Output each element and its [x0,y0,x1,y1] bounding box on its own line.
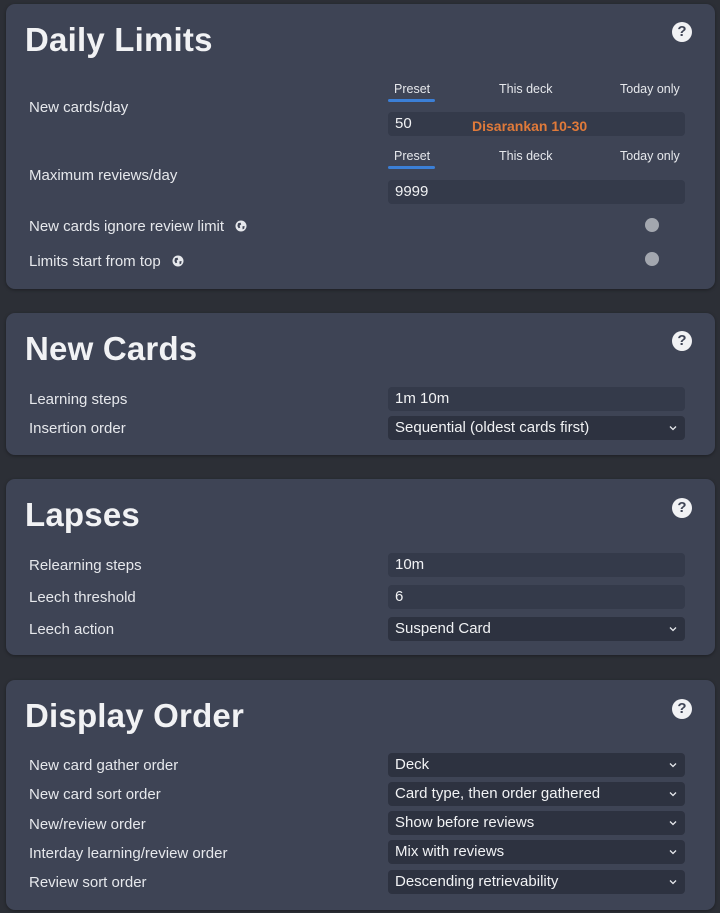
maximum-reviews-per-day-label: Maximum reviews/day [29,167,178,184]
insertion-order-value: Sequential (oldest cards first) [395,419,590,436]
new-cards-per-day-input[interactable]: 50 Disarankan 10-30 [388,112,685,136]
leech-action-value: Suspend Card [395,620,491,637]
new-cards-ignore-review-limit-label: New cards ignore review limit [29,218,247,235]
section-title: Daily Limits [25,21,213,58]
new-cards-ignore-review-limit-toggle[interactable] [645,218,659,232]
new-card-sort-order-label: New card sort order [29,786,161,803]
new-card-gather-order-select[interactable]: Deck [388,753,685,777]
tab-today-only[interactable]: Today only [620,82,680,96]
tab-active-indicator [388,166,435,169]
new-review-order-value: Show before reviews [395,814,535,831]
learning-steps-label: Learning steps [29,391,128,408]
globe-icon [172,255,184,267]
tab-this-deck[interactable]: This deck [499,82,553,96]
new-cards-per-day-label: New cards/day [29,99,129,116]
insertion-order-select[interactable]: Sequential (oldest cards first) [388,416,685,440]
relearning-steps-input[interactable]: 10m [388,553,685,577]
daily-limits-section: Daily Limits ? Preset This deck Today on… [6,4,715,289]
globe-icon [235,220,247,232]
tab-today-only[interactable]: Today only [620,149,680,163]
new-card-sort-order-select[interactable]: Card type, then order gathered [388,782,685,806]
chevron-down-icon [669,850,677,855]
chevron-down-icon [669,821,677,826]
interday-learning-review-order-value: Mix with reviews [395,843,505,860]
insertion-order-label: Insertion order [29,420,126,437]
tab-active-indicator [388,99,435,102]
section-title: Lapses [25,496,140,533]
leech-threshold-label: Leech threshold [29,589,136,606]
question-circle-icon[interactable]: ? [672,498,692,518]
new-cards-section: New Cards ? Learning steps 1m 10m Insert… [6,313,715,455]
section-title: New Cards [25,330,198,367]
review-sort-order-select[interactable]: Descending retrievability [388,870,685,894]
tab-this-deck[interactable]: This deck [499,149,553,163]
interday-learning-review-order-label: Interday learning/review order [29,845,228,862]
chevron-down-icon [669,792,677,797]
maximum-reviews-per-day-input[interactable]: 9999 [388,180,685,204]
new-card-sort-order-value: Card type, then order gathered [395,785,601,802]
new-card-gather-order-label: New card gather order [29,757,179,774]
review-sort-order-value: Descending retrievability [395,873,559,890]
recommendation-hint: Disarankan 10-30 [472,118,588,134]
new-review-order-select[interactable]: Show before reviews [388,811,685,835]
new-cards-ignore-review-limit-text: New cards ignore review limit [29,218,225,235]
leech-action-select[interactable]: Suspend Card [388,617,685,641]
chevron-down-icon [669,426,677,431]
leech-action-label: Leech action [29,621,115,638]
lapses-section: Lapses ? Relearning steps 10m Leech thre… [6,479,715,655]
section-title: Display Order [25,697,245,734]
new-review-order-label: New/review order [29,816,146,833]
question-circle-icon[interactable]: ? [672,699,692,719]
relearning-steps-label: Relearning steps [29,557,142,574]
chevron-down-icon [669,763,677,768]
learning-steps-input[interactable]: 1m 10m [388,387,685,411]
question-circle-icon[interactable]: ? [672,331,692,351]
limits-start-from-top-text: Limits start from top [29,253,161,270]
leech-threshold-input[interactable]: 6 [388,585,685,609]
chevron-down-icon [669,880,677,885]
new-card-gather-order-value: Deck [395,756,430,773]
question-circle-icon[interactable]: ? [672,22,692,42]
interday-learning-review-order-select[interactable]: Mix with reviews [388,840,685,864]
tab-preset[interactable]: Preset [394,149,430,163]
display-order-section: Display Order ? New card gather order De… [6,680,715,910]
review-sort-order-label: Review sort order [29,874,147,891]
new-cards-value: 50 [395,115,412,132]
limits-start-from-top-label: Limits start from top [29,253,184,270]
limits-start-from-top-toggle[interactable] [645,252,659,266]
chevron-down-icon [669,627,677,632]
tab-preset[interactable]: Preset [394,82,430,96]
